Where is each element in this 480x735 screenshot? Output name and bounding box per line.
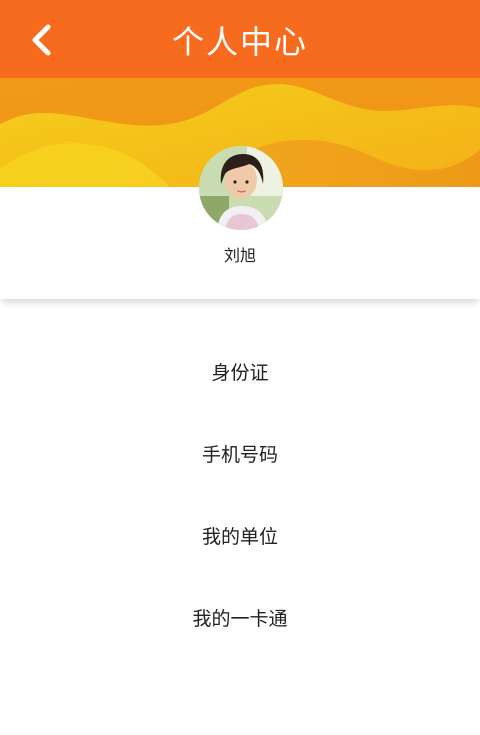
personal-center-screen: 个人中心 刘旭 身份证 手机号码 我的单位 我的一卡通 xyxy=(0,0,480,735)
menu-item-phone-number[interactable]: 手机号码 xyxy=(0,412,480,494)
profile-menu: 身份证 手机号码 我的单位 我的一卡通 xyxy=(0,330,480,658)
avatar-image xyxy=(199,146,283,230)
menu-item-my-organization[interactable]: 我的单位 xyxy=(0,494,480,576)
menu-item-my-card[interactable]: 我的一卡通 xyxy=(0,576,480,658)
page-title: 个人中心 xyxy=(171,23,308,61)
menu-item-label: 我的一卡通 xyxy=(192,607,288,630)
menu-item-id-card[interactable]: 身份证 xyxy=(0,330,480,412)
top-header: 个人中心 xyxy=(0,0,480,78)
menu-item-label: 身份证 xyxy=(211,361,269,384)
menu-item-label: 我的单位 xyxy=(201,525,278,548)
user-avatar[interactable] xyxy=(199,146,283,230)
menu-item-label: 手机号码 xyxy=(201,443,278,466)
user-name: 刘旭 xyxy=(223,246,256,265)
